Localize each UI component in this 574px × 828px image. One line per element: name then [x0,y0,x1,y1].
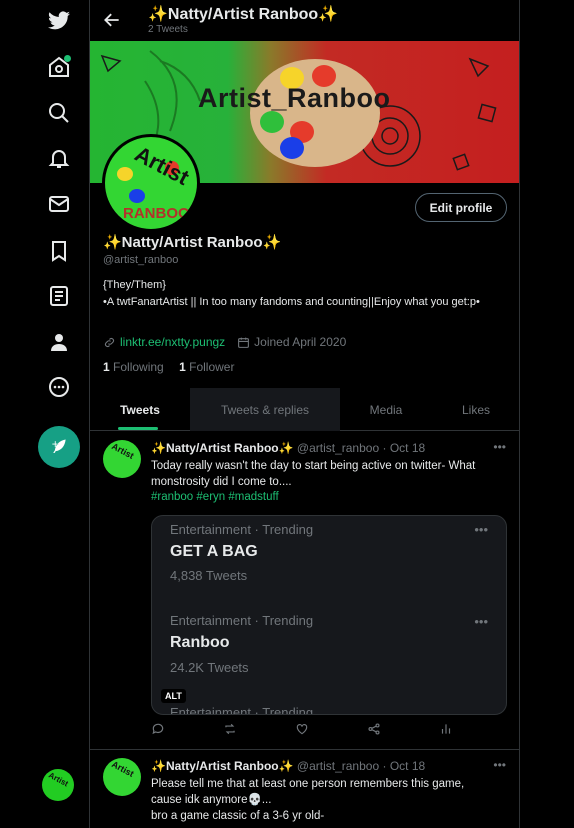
trend-name: GET A BAG [170,543,258,560]
trend-more-icon: ••• [474,522,488,537]
profile-icon[interactable] [44,327,74,357]
account-avatar[interactable]: Artist [42,769,74,801]
share-icon[interactable] [367,722,385,740]
tab-tweets-replies[interactable]: Tweets & replies [190,388,340,431]
tweet-separator: · [382,759,387,773]
follower-label: Follower [189,360,235,374]
header-tweet-count: 2 Tweets [148,24,188,35]
tweet-header: ✨Natty/Artist Ranboo✨ @artist_ranboo · O… [151,759,425,773]
trend-count: 24.2K Tweets [170,660,249,675]
tweet-avatar[interactable]: Artist [103,758,141,796]
tweet-more-icon[interactable]: ••• [493,440,506,454]
more-circle-icon[interactable] [44,372,74,402]
tweet-author-name[interactable]: ✨Natty/Artist Ranboo✨ [151,441,294,455]
profile-bio-line1: {They/Them} [103,279,166,291]
twitter-logo-icon[interactable] [44,6,74,36]
back-button[interactable] [102,10,122,30]
calendar-icon [238,337,250,348]
followers-link[interactable]: 1 Follower [179,360,234,374]
home-icon[interactable] [44,52,74,82]
mail-icon[interactable] [44,189,74,219]
profile-tabs: Tweets Tweets & replies Media Likes [90,388,519,431]
following-count: 1 [103,360,110,374]
tweet-text: Please tell me that at least one person … [151,778,465,806]
like-icon[interactable] [295,722,313,740]
profile-link[interactable]: linktr.ee/nxtty.pungz [120,335,225,349]
follower-count: 1 [179,360,186,374]
link-icon [104,337,115,347]
alt-badge[interactable]: ALT [161,689,186,703]
tweet-date[interactable]: Oct 18 [390,759,425,773]
tweet-media-image[interactable]: Entertainment · Trending ••• GET A BAG 4… [151,515,507,715]
edit-profile-button[interactable]: Edit profile [415,193,507,222]
tab-media[interactable]: Media [340,388,432,431]
tweet-date[interactable]: Oct 18 [390,441,425,455]
avatar-text-artist: Artist [130,141,194,191]
profile-joined: Joined April 2020 [254,335,347,349]
trend-category: Entertainment · Trending [170,705,314,715]
profile-avatar[interactable]: Artist RANBOO [102,134,200,232]
profile-name: ✨Natty/Artist Ranboo✨ [103,234,282,251]
retweet-icon[interactable] [223,722,241,740]
profile-handle: @artist_ranboo [103,254,179,266]
banner-text: Artist_Ranboo [198,83,391,113]
account-avatar-text: Artist [47,770,70,789]
bookmark-icon[interactable] [44,236,74,266]
following-link[interactable]: 1 Following [103,360,164,374]
follow-stats: 1 Following 1 Follower [103,360,234,374]
profile-header: ✨Natty/Artist Ranboo✨ 2 Tweets [90,0,519,41]
tweet-author-handle: @artist_ranboo [296,441,380,455]
trend-more-icon: ••• [474,614,488,629]
analytics-icon[interactable] [439,722,457,740]
trend-count: 4,838 Tweets [170,568,248,583]
tweet-avatar-text: Artist [110,759,136,779]
avatar-text-ranboo: RANBOO [123,205,190,222]
tab-likes[interactable]: Likes [432,388,519,431]
tweet-text: Today really wasn't the day to start bei… [151,460,476,488]
tweet-author-name[interactable]: ✨Natty/Artist Ranboo✨ [151,759,294,773]
header-title: ✨Natty/Artist Ranboo✨ [148,6,339,23]
following-label: Following [113,360,164,374]
feather-icon [52,439,66,453]
profile-column: ✨Natty/Artist Ranboo✨ 2 Tweets Artist_Ra… [90,0,520,828]
tweet-separator: · [382,441,387,455]
tweet-text-continued: bro a game classic of a 3-6 yr old- [151,810,325,822]
tweet[interactable]: Artist ✨Natty/Artist Ranboo✨ @artist_ran… [90,750,519,828]
trend-category: Entertainment · Trending [170,522,314,537]
profile-bio-line2: •A twtFanartArtist || In too many fandom… [103,296,480,308]
active-tab-indicator [118,427,158,430]
trend-category: Entertainment · Trending [170,613,314,628]
profile-meta: linktr.ee/nxtty.pungz Joined April 2020 [103,335,346,349]
arrow-left-icon [104,13,119,27]
tweet-avatar[interactable]: Artist [103,440,141,478]
tweet-header: ✨Natty/Artist Ranboo✨ @artist_ranboo · O… [151,441,425,455]
nav-rail: Artist [0,0,90,828]
tweet-actions [151,722,471,742]
tweet-more-icon[interactable]: ••• [493,758,506,772]
bell-icon[interactable] [44,143,74,173]
tweet-avatar-text: Artist [110,441,136,461]
compose-tweet-button[interactable] [38,426,80,468]
tweet-author-handle: @artist_ranboo [296,759,380,773]
tab-tweets[interactable]: Tweets [90,388,190,431]
reply-icon[interactable] [151,722,169,740]
search-icon[interactable] [44,98,74,128]
notification-dot [64,55,71,62]
tweet-hashtags[interactable]: #ranboo #eryn #madstuff [151,489,491,505]
list-icon[interactable] [44,281,74,311]
trend-name: Ranboo [170,634,230,651]
